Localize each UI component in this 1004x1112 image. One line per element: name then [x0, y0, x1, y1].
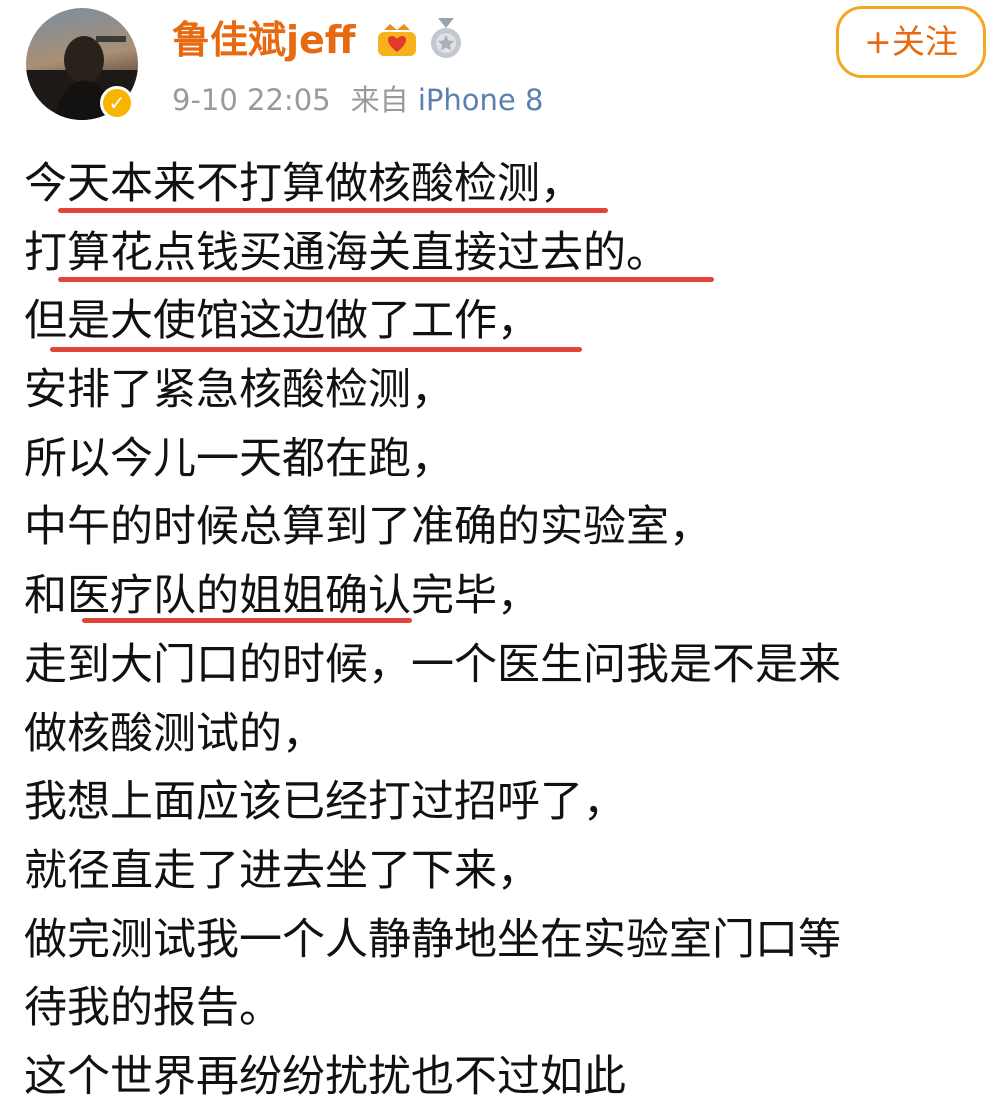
post-line-text: 打算花点钱买通海关直接过去的。 — [24, 227, 669, 278]
post-line: 这个世界再纷纷扰扰也不过如此 — [24, 1043, 994, 1112]
post-line: 今天本来不打算做核酸检测， — [24, 150, 994, 219]
post-content: 今天本来不打算做核酸检测， 打算花点钱买通海关直接过去的。 但是大使馆这边做了工… — [24, 150, 994, 1112]
post-line: 中午的时候总算到了准确的实验室， — [24, 493, 994, 562]
post-line: 和医疗队的姐姐确认完毕， — [24, 562, 994, 631]
post-line: 走到大门口的时候，一个医生问我是不是来 — [24, 631, 994, 700]
post-line: 就径直走了进去坐了下来， — [24, 837, 994, 906]
highlight-underline — [58, 276, 714, 282]
author-name[interactable]: 鲁佳斌jeff — [172, 16, 356, 64]
post-line-text: 做核酸测试的， — [24, 708, 325, 759]
post-line: 打算花点钱买通海关直接过去的。 — [24, 219, 994, 288]
verified-v-icon: ✓ — [100, 86, 134, 120]
highlight-underline — [58, 208, 608, 213]
post-time: 9-10 22:05 — [172, 83, 331, 117]
post-line: 安排了紧急核酸检测， — [24, 356, 994, 425]
post-line-text: 和医疗队的姐姐确认完毕， — [24, 571, 540, 622]
vip-crown-icon — [378, 24, 416, 56]
post-line: 所以今儿一天都在跑， — [24, 425, 994, 494]
post-line-text: 走到大门口的时候，一个医生问我是不是来 — [24, 639, 841, 690]
post-line: 我想上面应该已经打过招呼了， — [24, 768, 994, 837]
highlight-underline — [50, 347, 582, 353]
source-prefix: 来自 — [350, 83, 409, 117]
post-line-text: 我想上面应该已经打过招呼了， — [24, 777, 626, 828]
post-meta: 9-10 22:05 来自 iPhone 8 — [172, 80, 543, 120]
medal-icon — [431, 18, 461, 58]
post-line-text: 但是大使馆这边做了工作， — [24, 296, 540, 347]
post-line: 做完测试我一个人静静地坐在实验室门口等 — [24, 906, 994, 975]
post-line-text: 今天本来不打算做核酸检测， — [24, 159, 583, 209]
post-line-text: 所以今儿一天都在跑， — [24, 433, 454, 484]
highlight-underline — [82, 618, 412, 624]
post-line-text: 做完测试我一个人静静地坐在实验室门口等 — [24, 914, 841, 965]
post-line-text: 就径直走了进去坐了下来， — [24, 845, 540, 896]
post-line-text: 待我的报告。 — [24, 983, 282, 1034]
post-line: 待我的报告。 — [24, 974, 994, 1043]
post-line-text: 中午的时候总算到了准确的实验室， — [24, 502, 712, 553]
post-line: 做核酸测试的， — [24, 700, 994, 769]
post-header: ✓ 鲁佳斌jeff 9-10 22:05 来自 iPhone 8 +关注 — [0, 0, 1004, 135]
follow-button[interactable]: +关注 — [836, 6, 986, 78]
source-device[interactable]: iPhone 8 — [418, 83, 544, 117]
post-line-text: 这个世界再纷纷扰扰也不过如此 — [24, 1051, 626, 1102]
post-line: 但是大使馆这边做了工作， — [24, 287, 994, 356]
post-line-text: 安排了紧急核酸检测， — [24, 365, 454, 416]
